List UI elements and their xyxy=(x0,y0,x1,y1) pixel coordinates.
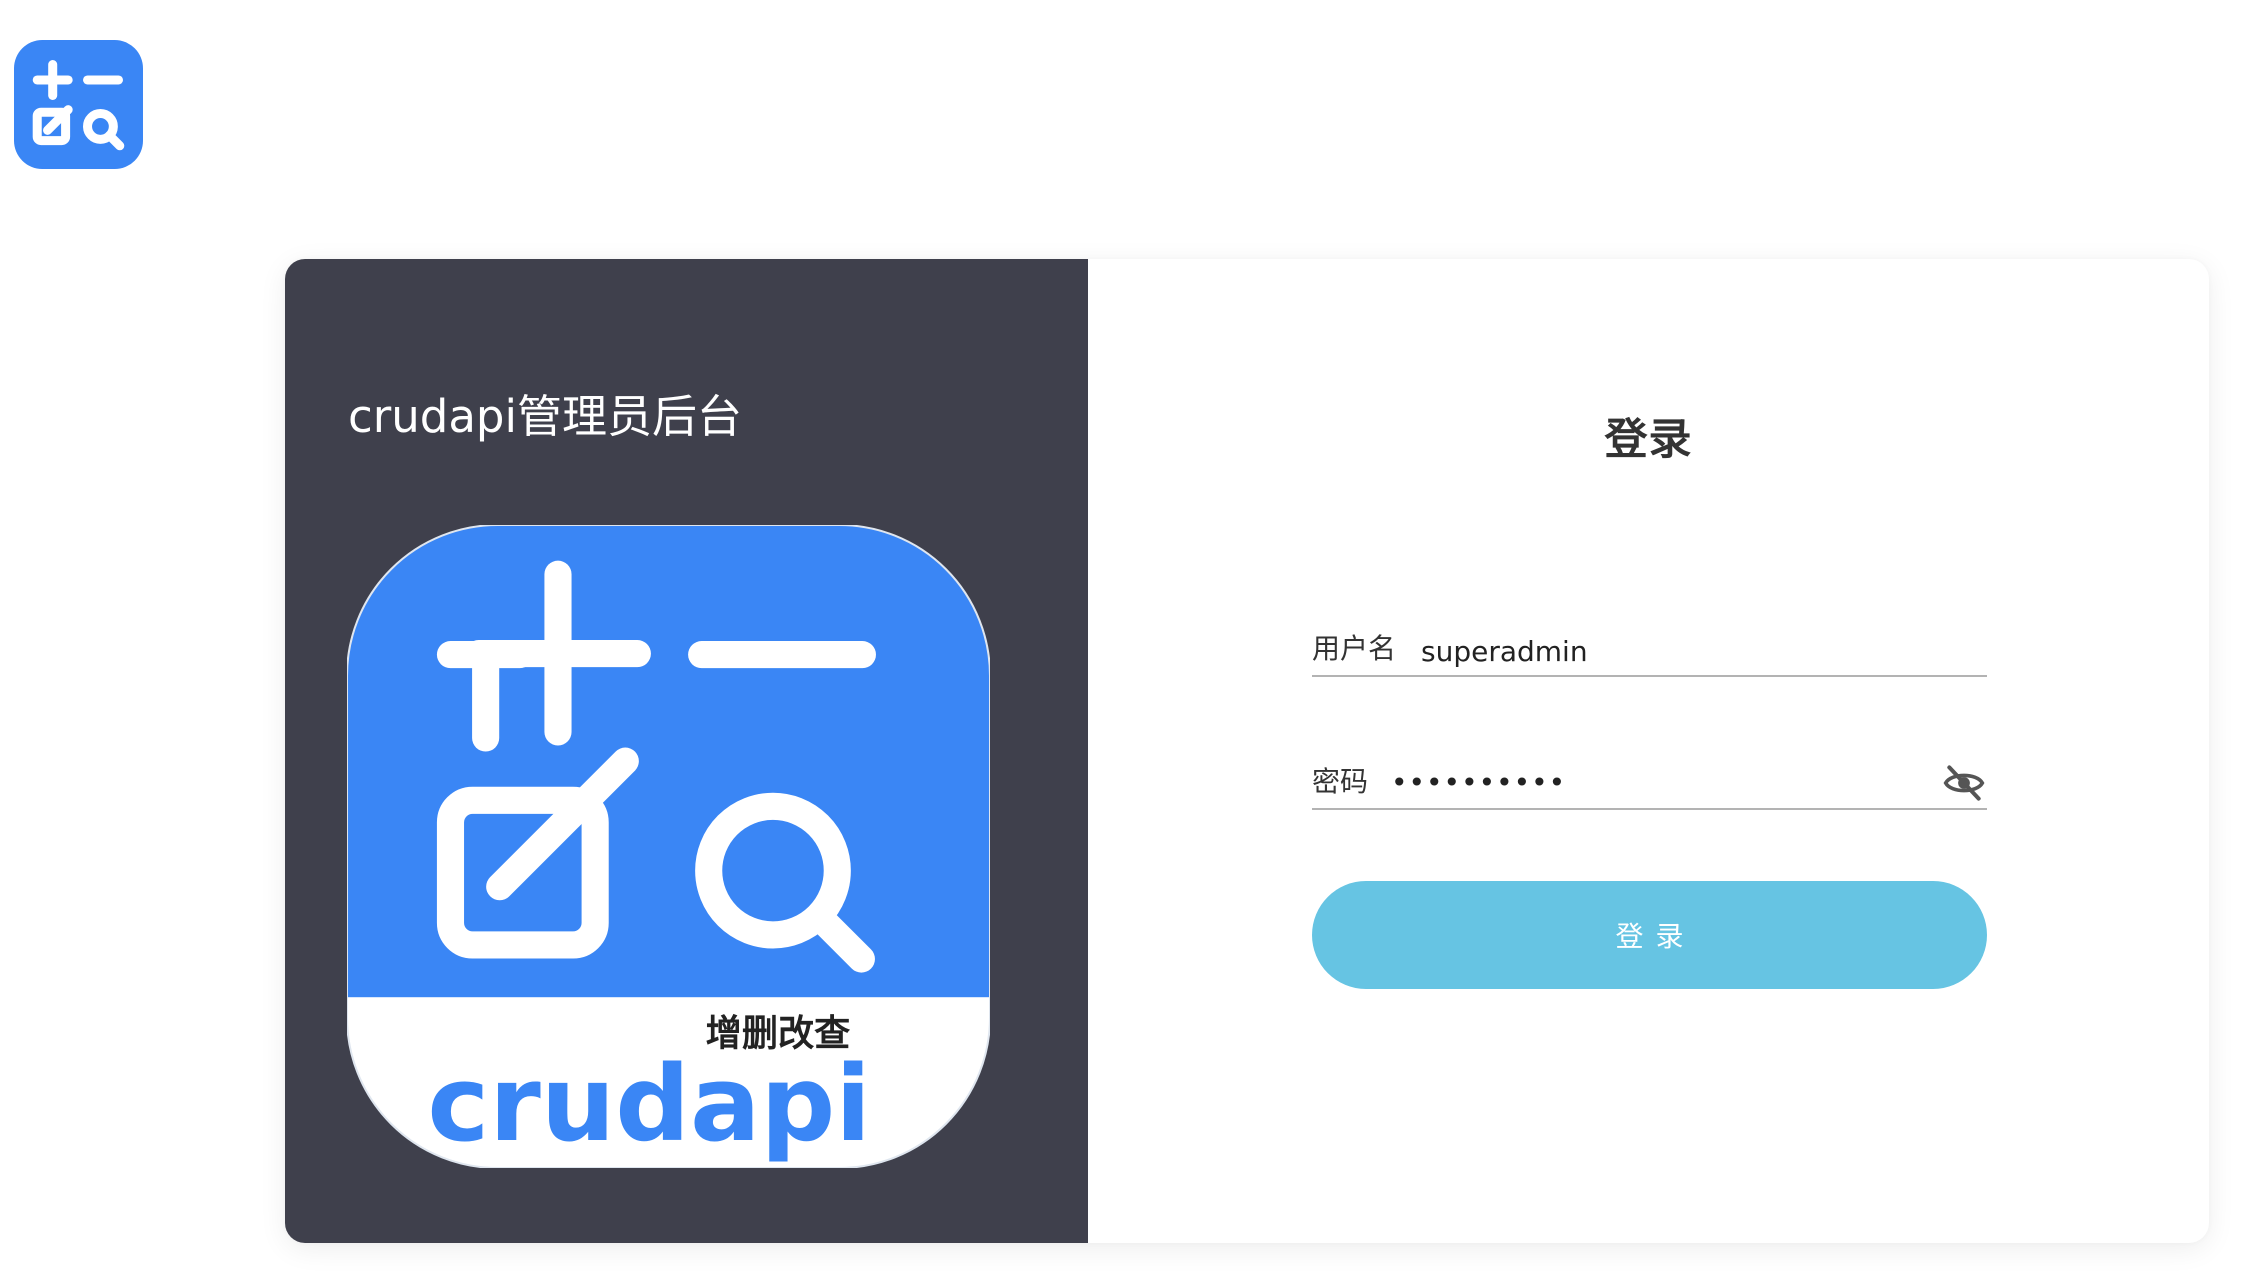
password-input[interactable] xyxy=(1391,750,1921,808)
username-label: 用户名 xyxy=(1312,632,1397,665)
crudapi-app-icon: 增删改查 crudapi xyxy=(347,525,990,1168)
admin-title: crudapi管理员后台 xyxy=(348,390,742,443)
brand-panel: crudapi管理员后台 增删改查 crudapi xyxy=(285,259,1088,1243)
password-field: 密码 xyxy=(1312,750,1987,810)
username-input[interactable] xyxy=(1421,617,1981,675)
login-panel: 登录 用户名 密码 登录 xyxy=(1088,259,2209,1243)
login-card: crudapi管理员后台 增删改查 crudapi 登录 用户名 superad… xyxy=(285,259,2209,1243)
username-field: 用户名 xyxy=(1312,617,1987,677)
logo-wordmark: crudapi xyxy=(427,1043,871,1165)
crudapi-logo-icon xyxy=(14,40,143,169)
login-button[interactable]: 登录 xyxy=(1312,881,1987,989)
eye-off-icon[interactable] xyxy=(1941,760,1987,806)
login-title: 登录 xyxy=(1604,415,1693,465)
password-label: 密码 xyxy=(1312,765,1369,798)
